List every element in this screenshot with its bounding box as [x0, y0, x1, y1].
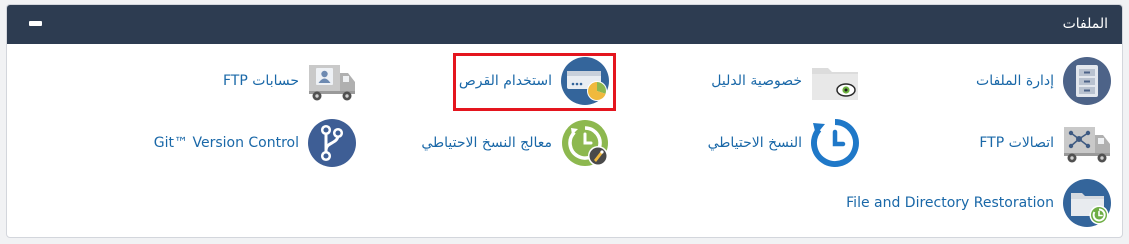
backup-label: النسخ الاحتياطي [707, 135, 802, 151]
ftp-connections-link[interactable]: اتصالات FTP [979, 118, 1112, 168]
file-cabinet-icon [1063, 57, 1111, 105]
ftp-connections-label: اتصالات FTP [979, 135, 1054, 151]
collapse-button[interactable] [29, 21, 42, 26]
git-version-control-link[interactable]: Git™ Version Control [154, 118, 357, 168]
ftp-accounts-truck-icon [309, 65, 355, 101]
disk-usage-label: استخدام القرص [458, 73, 552, 89]
ftp-connections-truck-icon [1064, 127, 1110, 163]
backup-wizard-link[interactable]: معالج النسخ الاحتياطي [421, 118, 610, 168]
file-restoration-label: File and Directory Restoration [846, 195, 1054, 211]
backup-wizard-icon [562, 120, 608, 166]
directory-privacy-link[interactable]: خصوصية الدليل [711, 56, 860, 106]
disk-usage-icon [561, 57, 609, 105]
ftp-accounts-label: حسابات FTP [222, 73, 299, 89]
backup-clock-icon [810, 119, 859, 167]
panel-title: الملفات [1062, 16, 1108, 32]
folder-restore-icon [1063, 179, 1111, 227]
git-branch-icon [308, 119, 356, 167]
panel-header: الملفات [7, 5, 1122, 44]
file-manager-link[interactable]: إدارة الملفات [976, 56, 1112, 106]
backup-link[interactable]: النسخ الاحتياطي [708, 118, 860, 168]
folder-eye-icon [812, 68, 858, 100]
directory-privacy-label: خصوصية الدليل [711, 73, 802, 89]
files-panel: الملفات إدارة الملفات خصوصية الدليل استخ… [6, 4, 1123, 238]
ftp-accounts-link[interactable]: حسابات FTP [223, 56, 357, 106]
backup-wizard-label: معالج النسخ الاحتياطي [421, 135, 552, 151]
git-version-control-label: Git™ Version Control [153, 135, 299, 151]
disk-usage-link[interactable]: استخدام القرص [459, 56, 610, 106]
file-manager-label: إدارة الملفات [976, 73, 1054, 89]
file-restoration-link[interactable]: File and Directory Restoration [846, 178, 1112, 228]
